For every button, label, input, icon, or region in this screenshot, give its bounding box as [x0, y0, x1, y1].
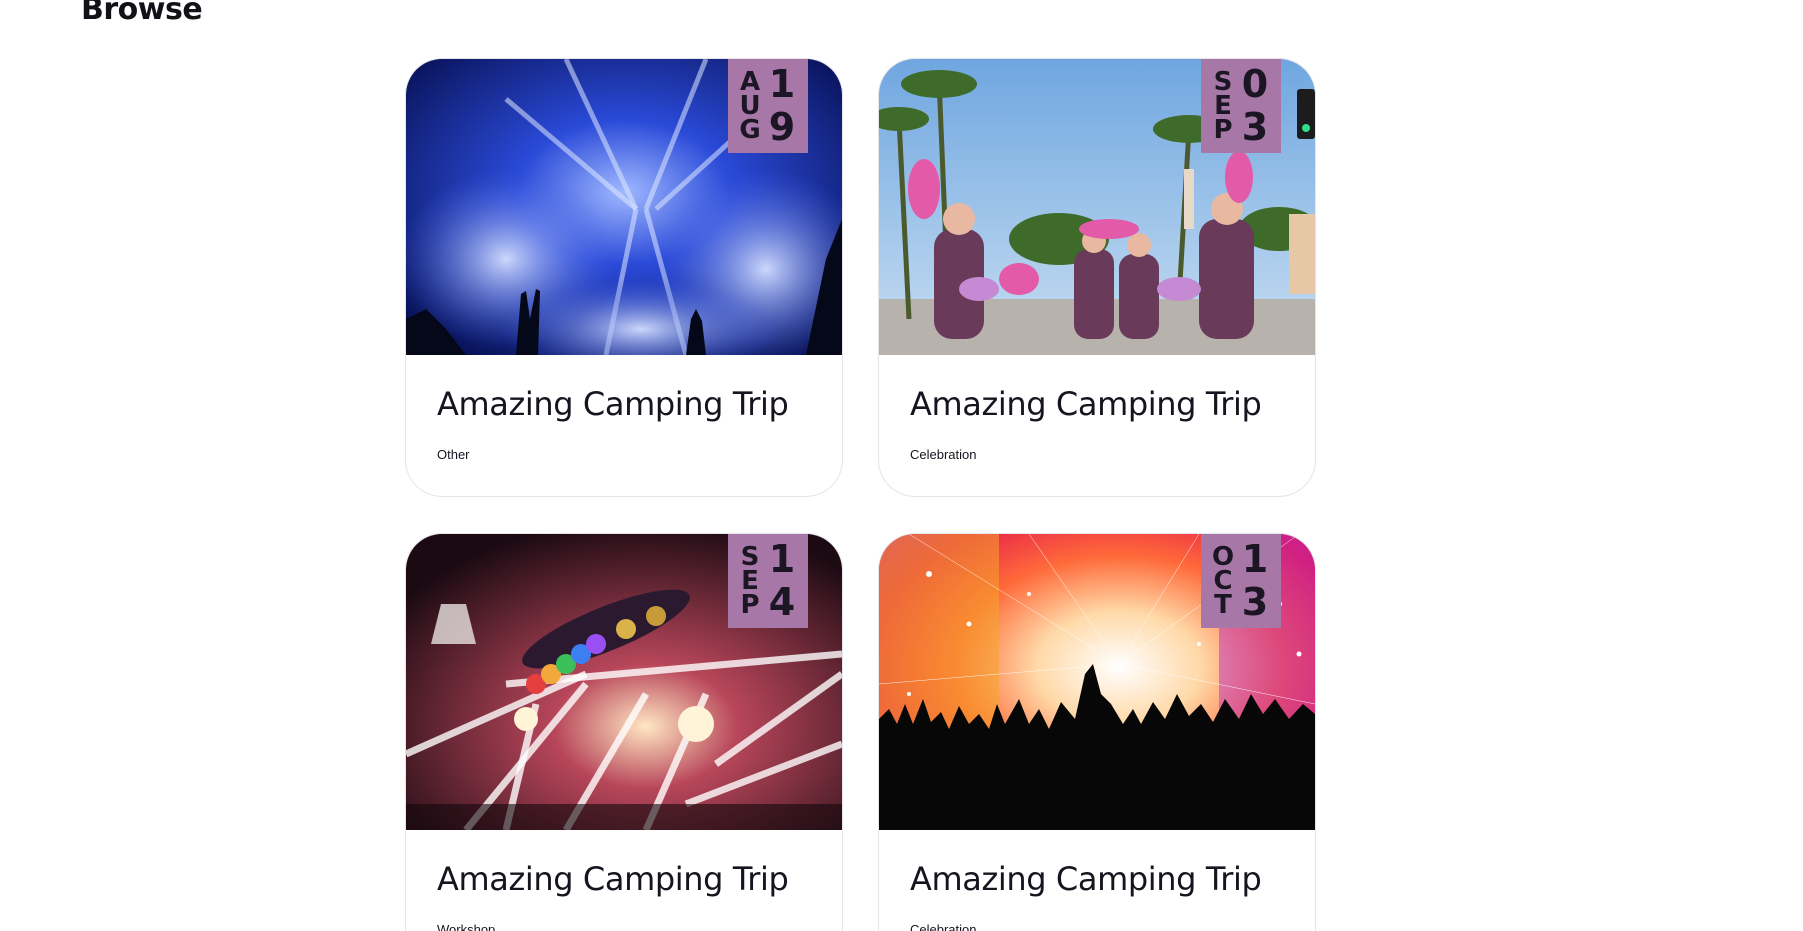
date-day: 19	[768, 62, 796, 149]
event-title[interactable]: Amazing Camping Trip	[910, 860, 1284, 898]
event-title[interactable]: Amazing Camping Trip	[910, 385, 1284, 423]
date-badge: SEP 03	[1201, 59, 1281, 153]
card-body: Amazing Camping Trip Other	[406, 355, 842, 462]
event-category: Celebration	[910, 447, 977, 462]
event-grid: AUG 19 Amazing Camping Trip Other SEP 03…	[406, 59, 1315, 931]
date-badge: SEP 14	[728, 534, 808, 628]
date-month: OCT	[1212, 542, 1235, 620]
event-title[interactable]: Amazing Camping Trip	[437, 860, 811, 898]
date-day: 14	[768, 537, 796, 624]
event-card[interactable]: OCT 13 Amazing Camping Trip Celebration	[879, 534, 1315, 931]
event-category: Other	[437, 447, 470, 462]
card-body: Amazing Camping Trip Workshop	[406, 830, 842, 931]
event-card[interactable]: AUG 19 Amazing Camping Trip Other	[406, 59, 842, 496]
page-title: Browse	[81, 0, 203, 27]
date-month: SEP	[1213, 67, 1233, 145]
event-image: SEP 14	[406, 534, 842, 830]
date-day: 13	[1241, 537, 1269, 624]
event-image: OCT 13	[879, 534, 1315, 830]
event-title[interactable]: Amazing Camping Trip	[437, 385, 811, 423]
date-month: AUG	[739, 67, 761, 145]
event-image: SEP 03	[879, 59, 1315, 355]
event-card[interactable]: SEP 14 Amazing Camping Trip Workshop	[406, 534, 842, 931]
card-body: Amazing Camping Trip Celebration	[879, 355, 1315, 462]
event-image: AUG 19	[406, 59, 842, 355]
date-month: SEP	[740, 542, 760, 620]
event-category: Workshop	[437, 922, 496, 931]
date-badge: OCT 13	[1201, 534, 1281, 628]
event-category: Celebration	[910, 922, 977, 931]
date-badge: AUG 19	[728, 59, 808, 153]
date-day: 03	[1241, 62, 1269, 149]
event-card[interactable]: SEP 03 Amazing Camping Trip Celebration	[879, 59, 1315, 496]
card-body: Amazing Camping Trip Celebration	[879, 830, 1315, 931]
browse-page: Browse AUG 19 Amazing Camping Trip Other…	[0, 0, 1803, 931]
